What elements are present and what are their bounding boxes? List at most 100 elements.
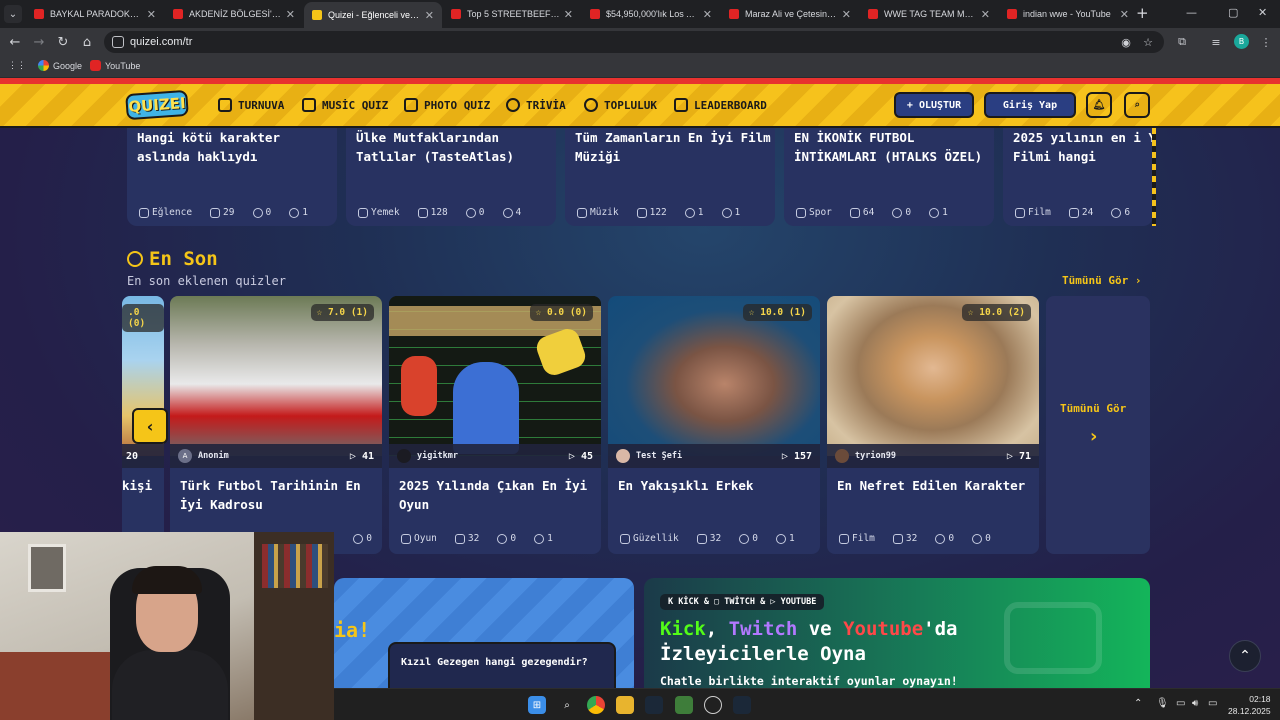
nav-music-quiz[interactable]: MUSİC QUIZ	[302, 98, 388, 112]
tab-0[interactable]: BAYKAL PARADOKSU #BA ✕	[26, 2, 164, 26]
steam-icon[interactable]	[645, 696, 663, 714]
site-info-icon[interactable]	[112, 36, 124, 48]
minimize-icon[interactable]: —	[1186, 6, 1197, 19]
tab-5[interactable]: Maraz Ali ve Çetesinin Pi ✕	[721, 2, 859, 26]
tab-6[interactable]: WWE TAG TEAM MATCH ✕	[860, 2, 998, 26]
close-window-icon[interactable]: ✕	[1258, 6, 1267, 19]
robot-red	[401, 356, 437, 416]
quiz-card[interactable]: Hangi kötü karakter aslında haklıydı Eğl…	[127, 128, 337, 226]
author-name[interactable]: tyrion99	[855, 451, 1007, 461]
create-button[interactable]: + OLUŞTUR	[894, 92, 974, 118]
author-name[interactable]: yigitkmr	[417, 451, 569, 461]
rating-value: 0.0 (0)	[546, 307, 587, 318]
category-label: Oyun	[414, 533, 437, 544]
heart-icon	[775, 533, 786, 544]
file-explorer-icon[interactable]	[616, 696, 634, 714]
layers-icon	[696, 533, 707, 544]
see-all-card[interactable]: Tümünü Gör ›	[1046, 296, 1150, 554]
back-icon[interactable]: ←	[6, 33, 24, 51]
reload-icon[interactable]: ↻	[54, 33, 72, 51]
obs-icon[interactable]	[704, 696, 722, 714]
forward-icon[interactable]: →	[30, 33, 48, 51]
promo-trivia[interactable]: ia! Kızıl Gezegen hangi gezegendir?	[334, 578, 634, 688]
bookmark-youtube[interactable]: YouTube	[90, 60, 140, 71]
nav-photo-quiz[interactable]: PHOTO QUIZ	[404, 98, 490, 112]
steam-icon-2[interactable]	[733, 696, 751, 714]
nav-turnuva[interactable]: TURNUVA	[218, 98, 284, 112]
quiz-title: 2025 yılının en i Yerli Filmi hangi	[1013, 130, 1153, 164]
quiz-card[interactable]: Tüm Zamanların En İyi Film Müziği Müzik …	[565, 128, 775, 226]
reading-list-icon[interactable]: ≡	[1208, 34, 1224, 50]
nav-leaderboard[interactable]: LEADERBOARD	[674, 98, 767, 112]
play-count: ▷ 41	[350, 451, 374, 462]
new-tab-button[interactable]: +	[1136, 4, 1149, 22]
promo-stream-play[interactable]: K KİCK & ▢ TWİTCH & ▷ YOUTUBE Kick, Twit…	[644, 578, 1150, 688]
quizei-logo[interactable]: QUIZEI	[125, 89, 189, 121]
quiz-card[interactable]: ☆ 10.0 (1) Test Şefi ▷ 157 En Yakışıklı …	[608, 296, 820, 554]
category-label: Eğlence	[152, 207, 193, 218]
close-tab-icon[interactable]: ✕	[703, 8, 712, 21]
tab-7[interactable]: indian wwe - YouTube ✕	[999, 2, 1137, 26]
tab-2-active[interactable]: Quizei - Eğlenceli ve etkileşimli ✕	[304, 2, 442, 28]
microphone-icon[interactable]: 🎙︎	[1156, 698, 1169, 709]
home-icon[interactable]: ⌂	[78, 33, 96, 51]
nav-trivia[interactable]: TRİVİA	[506, 98, 566, 112]
close-tab-icon[interactable]: ✕	[981, 8, 990, 21]
chevron-up-icon[interactable]: ⌃	[1134, 698, 1142, 709]
apps-grid-icon[interactable]: ⋮⋮	[8, 60, 26, 71]
comment-icon	[739, 533, 750, 544]
bell-icon[interactable]: 🔔︎	[1086, 92, 1112, 118]
extensions-icon[interactable]: ⧉	[1174, 34, 1190, 50]
play-count: 20	[126, 450, 139, 462]
login-button[interactable]: Giriş Yap	[984, 92, 1076, 118]
close-tab-icon[interactable]: ✕	[147, 8, 156, 21]
tab-1[interactable]: AKDENİZ BÖLGESİ'NİN EN ✕	[165, 2, 303, 26]
tab-search-button[interactable]: ⌄	[4, 5, 22, 23]
close-tab-icon[interactable]: ✕	[842, 8, 851, 21]
url-input[interactable]: quizei.com/tr	[104, 31, 1164, 53]
tab-title: $54,950,000'lık Los Angeles	[606, 9, 699, 19]
profile-avatar[interactable]: B	[1234, 34, 1249, 49]
author-name[interactable]: Anonim	[198, 451, 350, 461]
windows-start-icon[interactable]: ⊞	[528, 696, 546, 714]
quiz-card[interactable]: EN İKONİK FUTBOL İNTİKAMLARI (HTALKS ÖZE…	[784, 128, 994, 226]
maximize-icon[interactable]: ▢	[1228, 6, 1238, 19]
close-tab-icon[interactable]: ✕	[286, 8, 295, 21]
quiz-card-partial[interactable]: 2025 yılının en i Yerli Filmi hangi Film…	[1003, 128, 1153, 226]
like-count-value: 0	[366, 533, 372, 544]
comment-icon	[684, 207, 695, 218]
nav-topluluk[interactable]: TOPLULUK	[584, 98, 657, 112]
close-tab-icon[interactable]: ✕	[1120, 8, 1129, 21]
url-text: quizei.com/tr	[130, 36, 193, 48]
author-name[interactable]: Test Şefi	[636, 451, 782, 461]
scroll-to-top-button[interactable]: ⌃	[1229, 640, 1261, 672]
bookmark-star-icon[interactable]: ☆	[1140, 34, 1156, 50]
menu-kebab-icon[interactable]: ⋮	[1258, 34, 1274, 50]
network-icon[interactable]: ▭	[1176, 698, 1185, 709]
see-all-link[interactable]: Tümünü Gör ›	[1062, 274, 1141, 287]
quiz-card[interactable]: ☆ 7.0 (1) A Anonim ▷ 41 Türk Futbol Tari…	[170, 296, 382, 554]
volume-icon[interactable]: 🔊︎	[1192, 698, 1198, 709]
quiz-meta: 0	[353, 533, 372, 544]
close-tab-icon[interactable]: ✕	[425, 9, 434, 22]
bookmark-google[interactable]: Google	[38, 60, 82, 71]
quiz-card[interactable]: ☆ 0.0 (0) yigitkmr ▷ 45 2025 Yılında Çık…	[389, 296, 601, 554]
tab-3[interactable]: Top 5 STREETBEEFS KOs ✕	[443, 2, 581, 26]
tag-icon	[796, 207, 806, 218]
quiz-card[interactable]: Ülke Mutfaklarından Tatlılar (TasteAtlas…	[346, 128, 556, 226]
search-icon[interactable]: ⌕	[1124, 92, 1150, 118]
search-icon[interactable]: ⌕	[558, 696, 576, 714]
layers-icon	[417, 207, 428, 218]
close-tab-icon[interactable]: ✕	[564, 8, 573, 21]
eye-off-icon[interactable]: ◉	[1118, 34, 1134, 50]
quiz-card[interactable]: ☆ 10.0 (2) tyrion99 ▷ 71 En Nefret Edile…	[827, 296, 1039, 554]
tab-4[interactable]: $54,950,000'lık Los Angeles ✕	[582, 2, 720, 26]
chevron-right-icon: ›	[1090, 426, 1098, 447]
chrome-icon[interactable]	[587, 696, 605, 714]
quiz-meta: Film 24 6	[1015, 207, 1142, 218]
system-clock[interactable]: 02:18 28.12.2025	[1228, 693, 1271, 717]
carousel-prev-button[interactable]: ‹	[132, 408, 168, 444]
app-green-icon[interactable]	[675, 696, 693, 714]
comment-icon	[465, 207, 476, 218]
battery-icon[interactable]: ▭	[1208, 698, 1217, 709]
